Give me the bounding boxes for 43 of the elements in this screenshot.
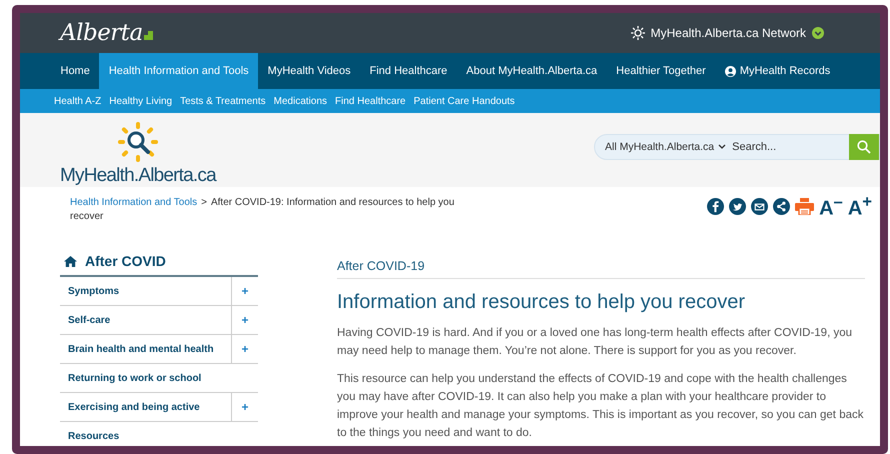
home-icon[interactable] <box>64 256 77 266</box>
breadcrumb-link[interactable]: Health Information and Tools <box>70 197 198 208</box>
breadcrumb: Health Information and Tools > After COVID-19: Information and resources to help you recover <box>70 196 455 224</box>
network-link[interactable]: MyHealth.Alberta.ca Network <box>650 26 806 40</box>
nav-tab[interactable]: About MyHealth.Alberta.ca <box>456 53 607 89</box>
nav-tab[interactable]: Home <box>51 53 100 89</box>
nav-tab[interactable]: MyHealth Records <box>715 53 840 89</box>
sidebar-item[interactable]: Returning to work or school <box>60 364 258 392</box>
user-icon <box>724 66 736 76</box>
nav-tab[interactable]: MyHealth Videos <box>258 53 360 89</box>
increase-text-size-button[interactable]: A$^{+}$ <box>848 192 872 220</box>
sidebar-item[interactable]: Brain health and mental health <box>60 335 231 363</box>
expand-toggle[interactable]: + <box>231 306 258 334</box>
alberta-logo[interactable]: Alberta <box>60 20 143 46</box>
article-paragraph: Having COVID-19 is hard. And if you or a loved one has long-term health effects after COVID-19, you may need help to manage them. You’re not alone. There is support for you as you recover. <box>337 326 853 359</box>
sidebar-item[interactable]: Symptoms <box>60 277 231 305</box>
printer-icon[interactable] <box>795 198 814 214</box>
site-logo[interactable]: MyHealth.Alberta.ca <box>60 164 216 186</box>
sun-icon <box>630 26 645 40</box>
nav-tab[interactable]: Healthier Together <box>606 53 716 89</box>
chevron-down-icon[interactable] <box>812 27 824 39</box>
nav-tab[interactable]: Find Healthcare <box>360 53 457 89</box>
decrease-text-size-button[interactable]: A$^{–}$ <box>819 192 843 220</box>
section-title: After COVID-19 <box>337 259 865 279</box>
sidebar-item[interactable]: Exercising and being active <box>60 393 231 421</box>
logo-mark-icon <box>144 31 153 40</box>
sidebar-item[interactable]: Self-care <box>60 306 231 334</box>
article-title: Information and resources to help you recover <box>337 291 746 314</box>
expand-toggle[interactable]: + <box>231 393 258 421</box>
twitter-icon[interactable] <box>729 198 746 214</box>
sun-magnifier-icon <box>118 122 158 162</box>
search-icon <box>857 140 871 154</box>
sidebar-title: After COVID <box>85 253 166 269</box>
facebook-icon[interactable] <box>707 198 724 214</box>
sidebar-item[interactable]: Resources <box>60 422 258 446</box>
expand-toggle[interactable]: + <box>231 277 258 305</box>
email-icon[interactable] <box>751 198 768 214</box>
expand-toggle[interactable]: + <box>231 335 258 363</box>
search-field[interactable]: All MyHealth.Alberta.ca Search... <box>594 134 880 160</box>
chevron-down-icon <box>718 144 726 150</box>
share-icon[interactable] <box>773 198 790 214</box>
scope-dropdown[interactable]: All MyHealth.Alberta.ca <box>595 141 726 153</box>
article-paragraph: This resource can help you understand the effects of COVID-19 and cope with the health challenges you may have after COVID-19. It can also help you make a plan with your healthcare provider to improve your health and manage your symptoms. This is important as you recover, so you can get back to the things you need and want to do. <box>337 372 864 441</box>
